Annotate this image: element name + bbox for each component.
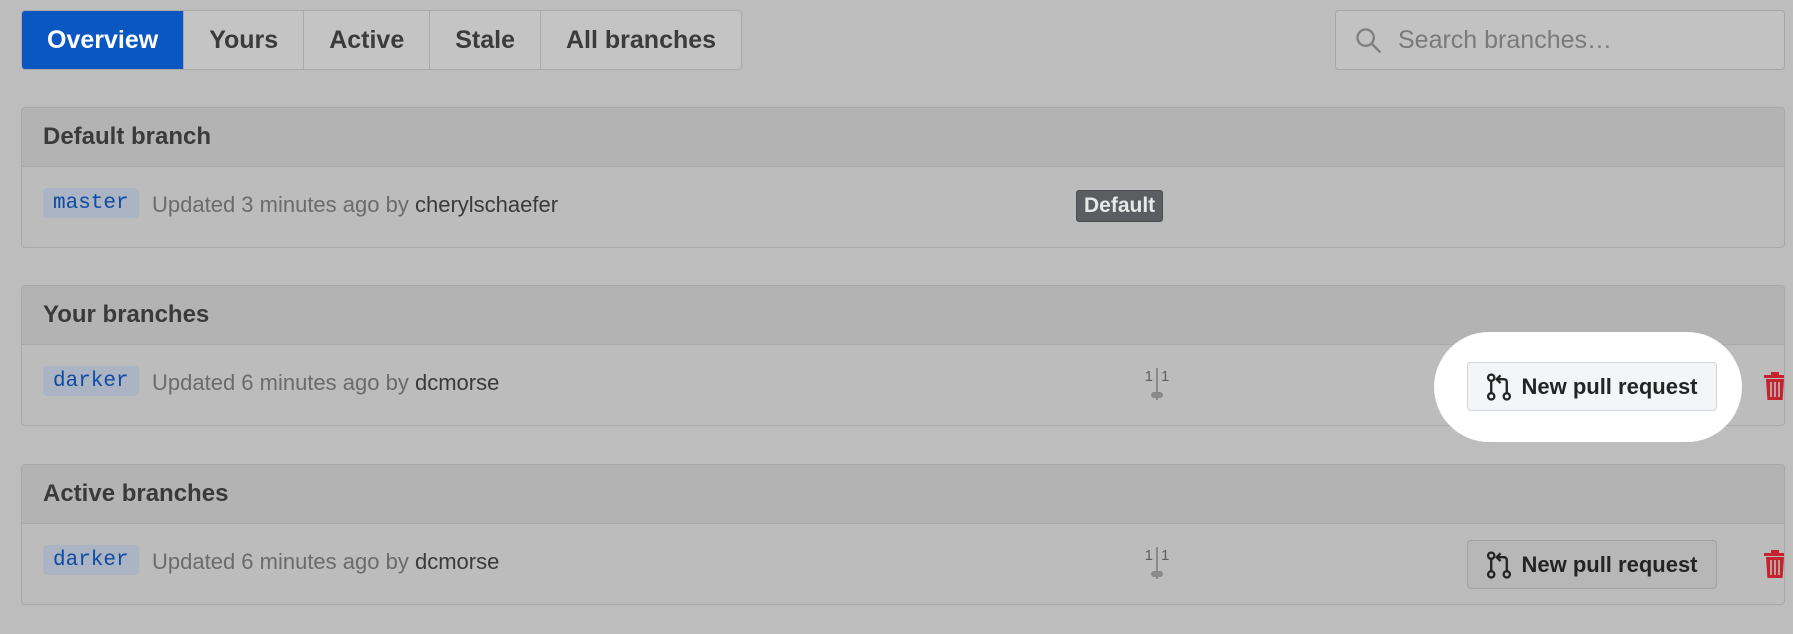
ahead-count: 1: [1161, 368, 1170, 385]
branch-name-link[interactable]: darker: [43, 545, 139, 575]
author-link[interactable]: dcmorse: [415, 549, 499, 574]
updated-info: Updated 3 minutes ago by cherylschaefer: [152, 192, 558, 218]
updated-info: Updated 6 minutes ago by dcmorse: [152, 370, 499, 396]
updated-text: Updated 6 minutes ago by: [152, 549, 409, 574]
branch-row: darker Updated 6 minutes ago by dcmorse …: [22, 524, 1784, 603]
ahead-count: 1: [1161, 547, 1170, 564]
branches-page: Overview Yours Active Stale All branches…: [0, 0, 1793, 634]
new-pull-request-button[interactable]: New pull request: [1467, 362, 1717, 411]
search-icon: [1356, 28, 1381, 53]
branch-name-link[interactable]: master: [43, 188, 139, 218]
delete-branch-icon[interactable]: [1763, 372, 1785, 400]
section-title: Default branch: [22, 108, 1784, 167]
tab-yours[interactable]: Yours: [183, 11, 303, 69]
behind-count: 1: [1144, 547, 1153, 564]
branch-filter-tabs: Overview Yours Active Stale All branches: [21, 10, 743, 70]
button-label: New pull request: [1521, 551, 1698, 577]
default-badge: Default: [1076, 190, 1164, 222]
delete-branch-icon[interactable]: [1763, 550, 1785, 578]
ahead-behind-indicator: 1 1: [1132, 547, 1182, 587]
pull-request-icon: [1487, 550, 1512, 579]
updated-text: Updated 3 minutes ago by: [152, 192, 409, 217]
branch-row: master Updated 3 minutes ago by cherylsc…: [22, 167, 1784, 246]
search-box: [1335, 10, 1785, 70]
tab-stale[interactable]: Stale: [429, 11, 540, 69]
author-link[interactable]: cherylschaefer: [415, 192, 558, 217]
button-label: New pull request: [1521, 373, 1698, 399]
ahead-behind-bar: [1151, 571, 1163, 577]
ahead-behind-indicator: 1 1: [1132, 368, 1182, 408]
tab-all-branches[interactable]: All branches: [540, 11, 741, 69]
author-link[interactable]: dcmorse: [415, 370, 499, 395]
tab-active[interactable]: Active: [303, 11, 429, 69]
behind-count: 1: [1144, 368, 1153, 385]
ahead-behind-bar: [1151, 392, 1163, 398]
active-branches-panel: Active branches darker Updated 6 minutes…: [21, 464, 1785, 605]
pull-request-icon: [1487, 372, 1512, 401]
branch-name-link[interactable]: darker: [43, 366, 139, 396]
default-branch-panel: Default branch master Updated 3 minutes …: [21, 107, 1785, 248]
section-title: Active branches: [22, 465, 1784, 524]
new-pull-request-button[interactable]: New pull request: [1467, 540, 1717, 589]
search-input[interactable]: [1396, 24, 1776, 56]
updated-info: Updated 6 minutes ago by dcmorse: [152, 549, 499, 575]
tab-overview[interactable]: Overview: [22, 11, 184, 69]
updated-text: Updated 6 minutes ago by: [152, 370, 409, 395]
